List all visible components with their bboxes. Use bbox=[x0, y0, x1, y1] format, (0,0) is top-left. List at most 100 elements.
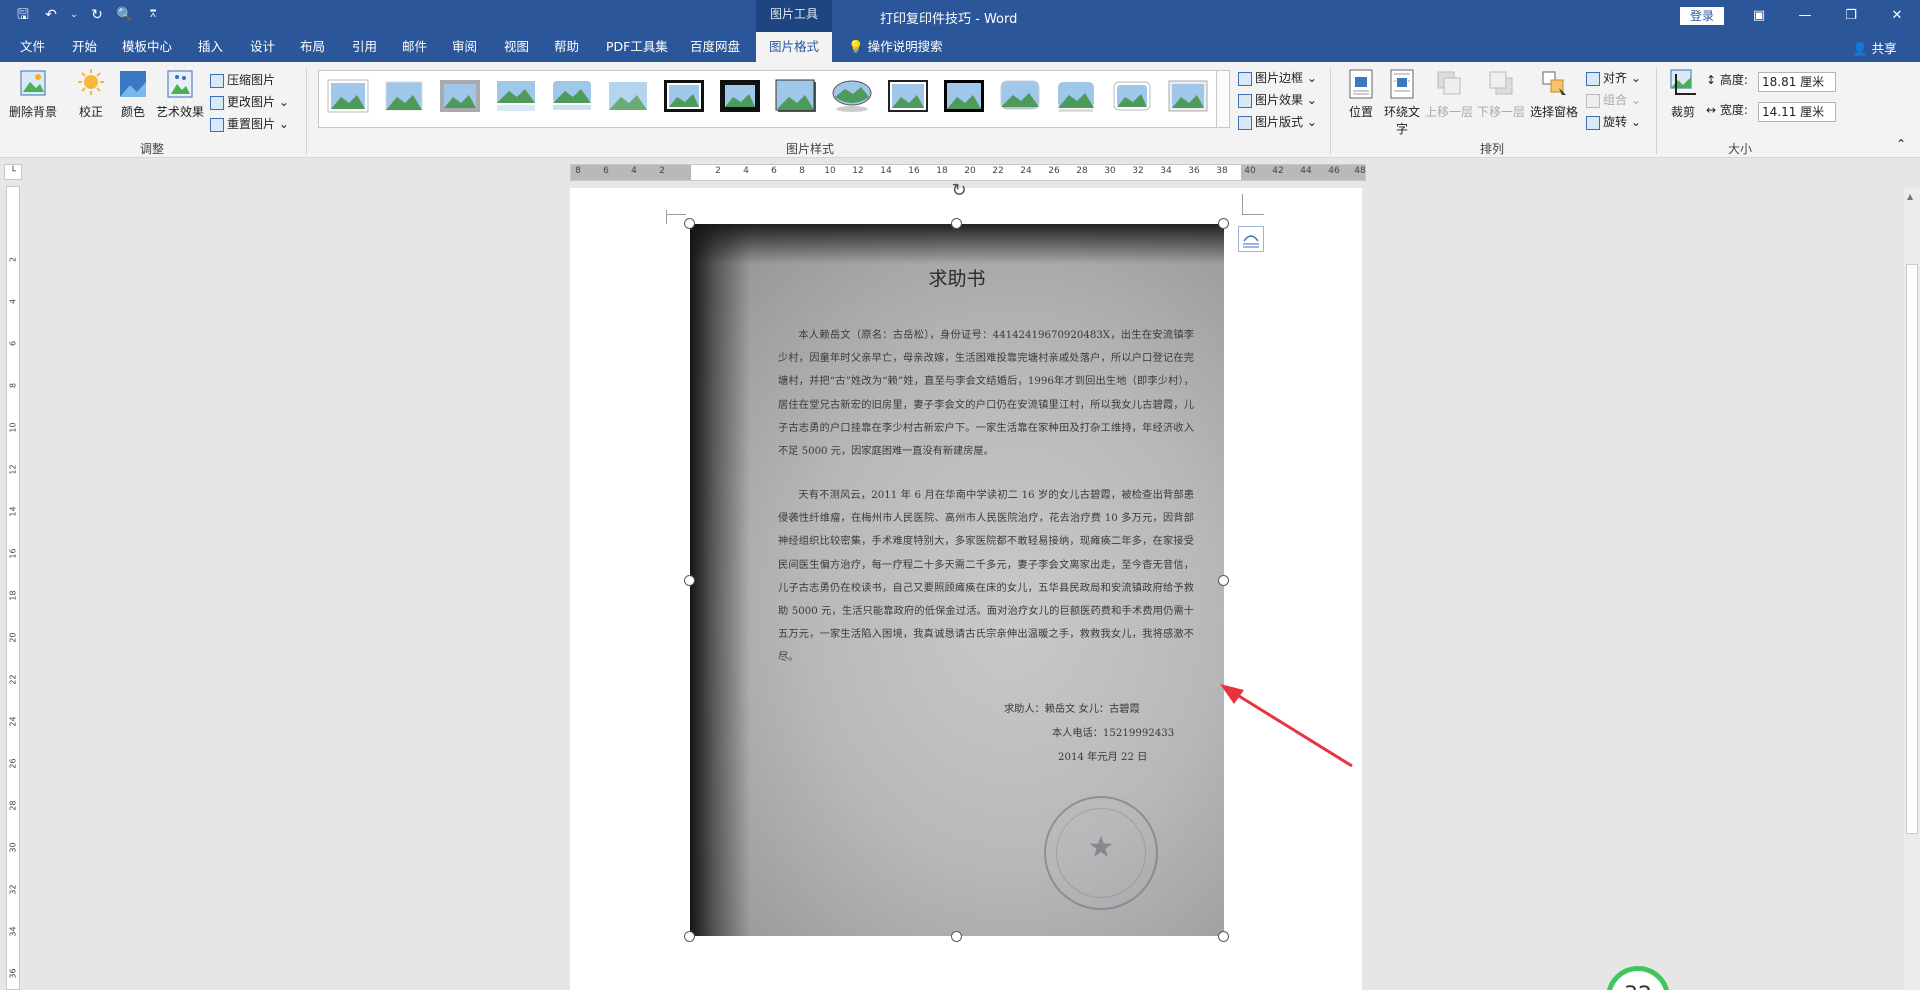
horizontal-ruler[interactable]: 8 6 4 2 2 4 6 8 10 12 14 16 18 20 22 24 … bbox=[570, 164, 1366, 181]
style-thumb-center-shadow[interactable] bbox=[943, 79, 985, 113]
gallery-scroll[interactable] bbox=[1216, 70, 1230, 128]
ruler-label: 14 bbox=[880, 166, 892, 176]
progress-badge[interactable]: 32 bbox=[1606, 966, 1670, 990]
send-backward-button[interactable]: 下移一层 bbox=[1476, 68, 1526, 120]
compress-pictures-button[interactable]: 压缩图片 bbox=[210, 70, 275, 90]
tab-baidu-netdisk[interactable]: 百度网盘 bbox=[684, 32, 746, 62]
picture-layout-button[interactable]: 图片版式 ⌄ bbox=[1238, 112, 1317, 132]
resize-handle-bottom-right[interactable] bbox=[1218, 931, 1229, 942]
picture-layout-label: 图片版式 bbox=[1255, 115, 1304, 129]
width-input[interactable]: 14.11 厘米 bbox=[1758, 102, 1836, 122]
change-picture-button[interactable]: 更改图片 ⌄ bbox=[210, 92, 289, 112]
tab-references[interactable]: 引用 bbox=[346, 32, 383, 62]
style-thumb-soft-rect[interactable] bbox=[607, 79, 649, 113]
style-thumb-grey-frame[interactable] bbox=[439, 79, 481, 113]
vertical-ruler[interactable]: 2 4 6 8 10 12 14 16 18 20 22 24 26 28 30… bbox=[6, 186, 20, 990]
style-thumb-shadow-rect[interactable] bbox=[775, 79, 817, 113]
style-thumb-oval[interactable] bbox=[831, 79, 873, 113]
print-preview-icon[interactable]: 🔍 bbox=[116, 6, 134, 24]
tab-help[interactable]: 帮助 bbox=[548, 32, 585, 62]
scrollbar-thumb[interactable] bbox=[1906, 264, 1918, 834]
rotate-handle-icon[interactable]: ↻ bbox=[948, 182, 970, 200]
customize-qat-icon[interactable]: ⩞ bbox=[144, 6, 162, 24]
scroll-up-icon[interactable]: ▲ bbox=[1907, 192, 1913, 201]
effects-icon bbox=[1238, 93, 1252, 108]
collapse-ribbon-icon[interactable]: ⌃ bbox=[1896, 134, 1906, 154]
height-input[interactable]: 18.81 厘米 bbox=[1758, 72, 1836, 92]
align-button[interactable]: 对齐 ⌄ bbox=[1586, 68, 1641, 88]
style-thumb-double-black[interactable] bbox=[663, 79, 705, 113]
style-thumb-soft-round[interactable] bbox=[999, 79, 1041, 113]
inserted-picture[interactable]: 求助书 本人赖岳文（原名：古岳松），身份证号：44142419670920483… bbox=[690, 224, 1224, 936]
remove-background-button[interactable]: 删除背景 bbox=[8, 68, 58, 120]
tell-me-search[interactable]: 💡 操作说明搜索 bbox=[842, 32, 949, 62]
style-thumb-soft-edge[interactable] bbox=[383, 79, 425, 113]
reset-picture-button[interactable]: 重置图片 ⌄ bbox=[210, 114, 289, 134]
resize-handle-bottom-left[interactable] bbox=[684, 931, 695, 942]
save-icon[interactable]: 🖫 bbox=[14, 6, 32, 24]
ruler-label: 36 bbox=[1188, 166, 1200, 176]
layout-options-button[interactable] bbox=[1238, 226, 1264, 252]
group-button[interactable]: 组合 ⌄ bbox=[1586, 90, 1641, 110]
tab-selector-icon[interactable]: └ bbox=[4, 164, 22, 180]
corrections-button[interactable]: 校正 bbox=[76, 68, 106, 120]
tab-layout[interactable]: 布局 bbox=[294, 32, 331, 62]
position-button[interactable]: 位置 bbox=[1344, 68, 1378, 120]
change-picture-icon bbox=[210, 95, 224, 110]
color-button[interactable]: 颜色 bbox=[118, 68, 148, 120]
ruler-label: 44 bbox=[1300, 166, 1312, 176]
style-thumb-rounded-shadow[interactable] bbox=[1111, 79, 1153, 113]
group-label-adjust: 调整 bbox=[140, 142, 165, 156]
style-thumb-perspective[interactable] bbox=[1055, 79, 1097, 113]
rotate-button[interactable]: 旋转 ⌄ bbox=[1586, 112, 1641, 132]
ruler-label: 48 bbox=[1354, 166, 1366, 176]
style-thumb-metal-frame[interactable] bbox=[887, 79, 929, 113]
ruler-label: 4 bbox=[743, 166, 749, 176]
close-icon[interactable]: ✕ bbox=[1874, 0, 1920, 32]
ruler-label: 6 bbox=[771, 166, 777, 176]
resize-handle-right[interactable] bbox=[1218, 575, 1229, 586]
style-thumb-simple-frame[interactable] bbox=[327, 79, 369, 113]
tab-insert[interactable]: 插入 bbox=[192, 32, 229, 62]
style-thumb-reflected[interactable] bbox=[495, 79, 537, 113]
picture-border-button[interactable]: 图片边框 ⌄ bbox=[1238, 68, 1317, 88]
artistic-effects-button[interactable]: 艺术效果 bbox=[156, 68, 204, 120]
tab-view[interactable]: 视图 bbox=[498, 32, 535, 62]
window-title: 打印复印件技巧 - Word bbox=[880, 12, 1018, 27]
resize-handle-top-left[interactable] bbox=[684, 218, 695, 229]
tab-pdf-tools[interactable]: PDF工具集 bbox=[600, 32, 674, 62]
dropdown-icon[interactable]: ⌄ bbox=[70, 6, 78, 24]
bring-forward-button[interactable]: 上移一层 bbox=[1424, 68, 1474, 120]
ruler-label: 16 bbox=[908, 166, 920, 176]
tab-home[interactable]: 开始 bbox=[66, 32, 103, 62]
restore-icon[interactable]: ❐ bbox=[1828, 0, 1874, 32]
ruler-label: 28 bbox=[1076, 166, 1088, 176]
resize-handle-top[interactable] bbox=[951, 218, 962, 229]
wrap-text-button[interactable]: 环绕文 字 bbox=[1382, 68, 1422, 137]
ribbon-display-icon[interactable]: ▣ bbox=[1736, 0, 1782, 32]
minimize-icon[interactable]: — bbox=[1782, 0, 1828, 32]
style-thumb-thick-black[interactable] bbox=[719, 79, 761, 113]
ruler-label: 42 bbox=[1272, 166, 1284, 176]
resize-handle-bottom[interactable] bbox=[951, 931, 962, 942]
picture-effects-button[interactable]: 图片效果 ⌄ bbox=[1238, 90, 1317, 110]
selection-pane-button[interactable]: 选择窗格 bbox=[1528, 68, 1580, 120]
resize-handle-left[interactable] bbox=[684, 575, 695, 586]
tab-review[interactable]: 审阅 bbox=[446, 32, 483, 62]
tab-file[interactable]: 文件 bbox=[14, 32, 51, 62]
tab-mailings[interactable]: 邮件 bbox=[396, 32, 433, 62]
style-thumb-bevel[interactable] bbox=[1167, 79, 1209, 113]
undo-icon[interactable]: ↶ bbox=[42, 6, 60, 24]
login-button[interactable]: 登录 bbox=[1680, 7, 1724, 25]
vertical-scrollbar[interactable]: ▲ bbox=[1904, 188, 1920, 990]
tab-design[interactable]: 设计 bbox=[244, 32, 281, 62]
tab-template-center[interactable]: 模板中心 bbox=[116, 32, 178, 62]
tell-me-label: 操作说明搜索 bbox=[867, 39, 943, 54]
style-thumb-rounded[interactable] bbox=[551, 79, 593, 113]
color-icon bbox=[120, 71, 146, 97]
crop-button[interactable]: 裁剪 bbox=[1666, 68, 1700, 120]
tab-picture-format[interactable]: 图片格式 bbox=[756, 32, 832, 62]
resize-handle-top-right[interactable] bbox=[1218, 218, 1229, 229]
redo-icon[interactable]: ↻ bbox=[88, 6, 106, 24]
share-button[interactable]: 👤 共享 bbox=[1852, 38, 1897, 57]
